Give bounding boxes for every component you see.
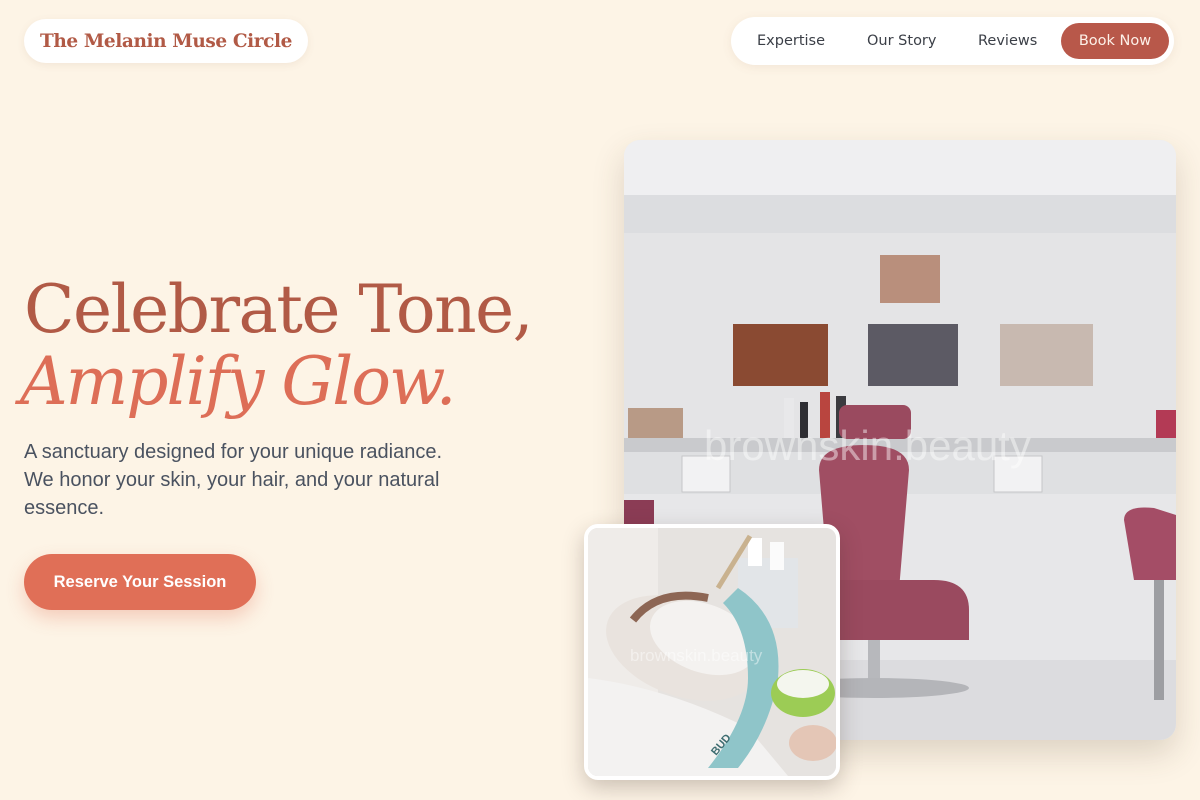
hero-headline-line2: Amplify Glow.: [20, 343, 457, 420]
book-now-button[interactable]: Book Now: [1061, 23, 1169, 59]
nav-link-reviews[interactable]: Reviews: [978, 17, 1037, 65]
brand-name: The Melanin Muse Circle: [40, 30, 292, 52]
main-nav: Expertise Our Story Reviews Book Now: [731, 17, 1174, 65]
brand-logo[interactable]: The Melanin Muse Circle: [24, 19, 308, 63]
nav-link-our-story[interactable]: Our Story: [867, 17, 936, 65]
reserve-session-button[interactable]: Reserve Your Session: [24, 554, 256, 610]
inset-photo-watermark: brownskin.beauty: [630, 646, 763, 665]
hero-subtitle: A sanctuary designed for your unique rad…: [24, 441, 443, 519]
landing-page: The Melanin Muse Circle Expertise Our St…: [0, 0, 1200, 800]
facial-treatment-photo: BUD brownskin.beauty: [584, 524, 840, 780]
main-photo-watermark: brownskin.beauty: [704, 422, 1031, 469]
nav-link-expertise[interactable]: Expertise: [757, 17, 825, 65]
